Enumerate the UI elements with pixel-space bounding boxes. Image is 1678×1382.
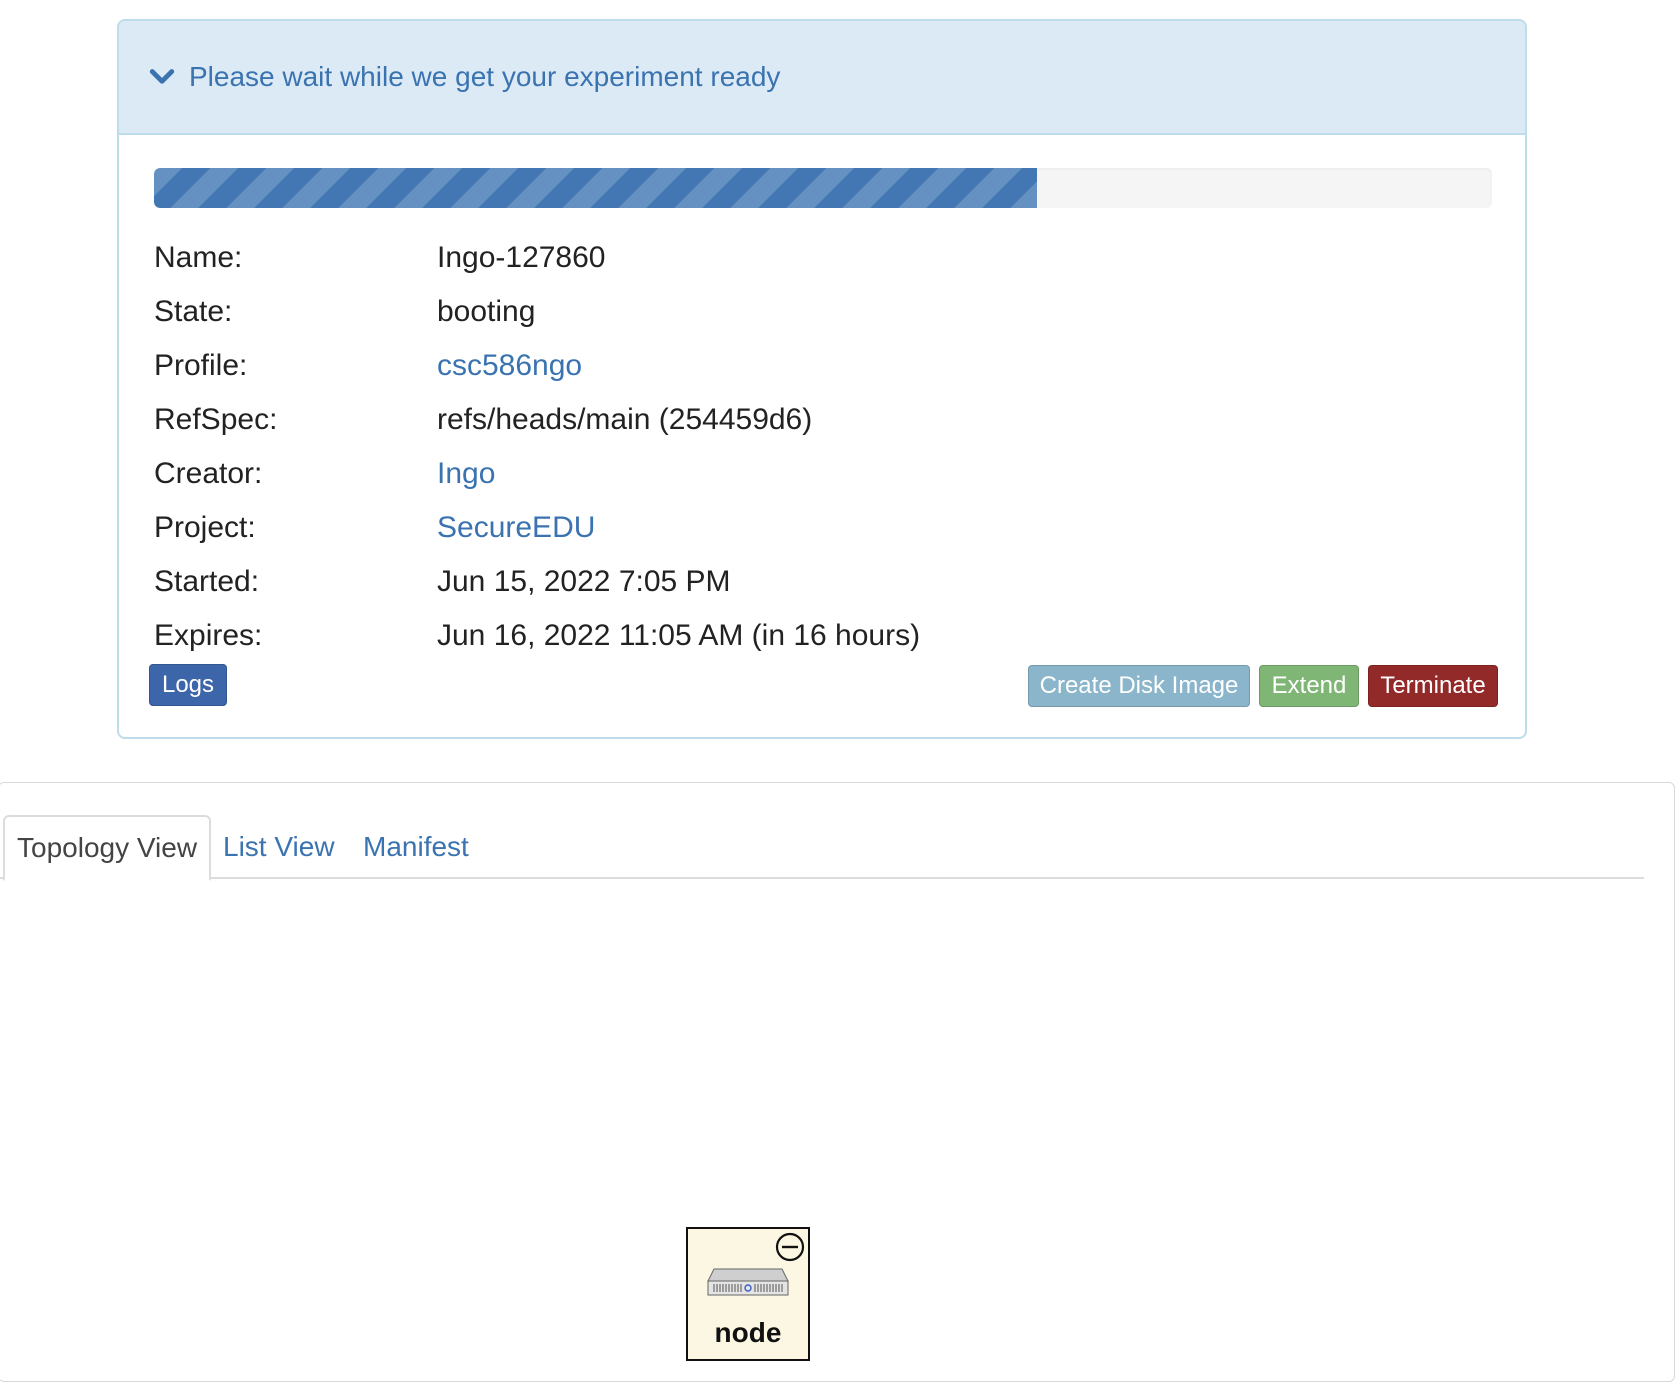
info-value: refs/heads/main (254459d6)	[437, 403, 813, 436]
info-label: Expires:	[154, 619, 263, 652]
progress-bar-fill	[154, 168, 1038, 208]
terminate-button[interactable]: Terminate	[1368, 665, 1498, 707]
info-row-project: Project: SecureEDU	[154, 501, 920, 555]
info-row-started: Started: Jun 15, 2022 7:05 PM	[154, 555, 920, 609]
info-row-state: State: booting	[154, 285, 920, 339]
info-row-expires: Expires: Jun 16, 2022 11:05 AM (in 16 ho…	[154, 609, 920, 663]
panel-heading[interactable]: Please wait while we get your experiment…	[119, 21, 1525, 135]
info-value: Jun 15, 2022 7:05 PM	[437, 565, 731, 598]
info-label: Creator:	[154, 457, 263, 490]
info-row-name: Name: Ingo-127860	[154, 231, 920, 285]
info-label: State:	[154, 295, 233, 328]
info-label: RefSpec:	[154, 403, 278, 436]
tab-manifest[interactable]: Manifest	[363, 815, 469, 879]
info-row-refspec: RefSpec: refs/heads/main (254459d6)	[154, 393, 920, 447]
info-label: Name:	[154, 241, 243, 274]
tab-list-view[interactable]: List View	[223, 815, 335, 879]
topology-panel: Topology View List View Manifest	[0, 782, 1675, 1382]
create-disk-image-button[interactable]: Create Disk Image	[1028, 665, 1250, 707]
info-label: Project:	[154, 511, 256, 544]
info-label: Started:	[154, 565, 260, 598]
topology-node[interactable]: node	[686, 1227, 810, 1361]
logs-button[interactable]: Logs	[149, 664, 227, 706]
server-icon	[707, 1268, 789, 1296]
info-value: Jun 16, 2022 11:05 AM (in 16 hours)	[437, 619, 921, 652]
chevron-down-icon	[149, 69, 175, 84]
info-label: Profile:	[154, 349, 248, 382]
creator-link[interactable]: Ingo	[437, 457, 495, 491]
info-row-profile: Profile: csc586ngo	[154, 339, 920, 393]
info-value: booting	[437, 295, 536, 328]
project-link[interactable]: SecureEDU	[437, 511, 595, 545]
extend-button[interactable]: Extend	[1259, 665, 1359, 707]
info-row-creator: Creator: Ingo	[154, 447, 920, 501]
minus-circle-icon	[775, 1232, 805, 1262]
experiment-info: Name: Ingo-127860 State: booting Profile…	[154, 231, 920, 663]
tab-topology-view[interactable]: Topology View	[3, 815, 212, 881]
node-label: node	[714, 1317, 782, 1348]
panel-heading-text: Please wait while we get your experiment…	[189, 61, 781, 92]
info-value: Ingo-127860	[437, 241, 606, 274]
view-tabs: Topology View List View Manifest	[0, 815, 1644, 881]
progress-bar	[154, 168, 1492, 208]
experiment-status-panel: Please wait while we get your experiment…	[117, 19, 1527, 739]
profile-link[interactable]: csc586ngo	[437, 349, 582, 383]
